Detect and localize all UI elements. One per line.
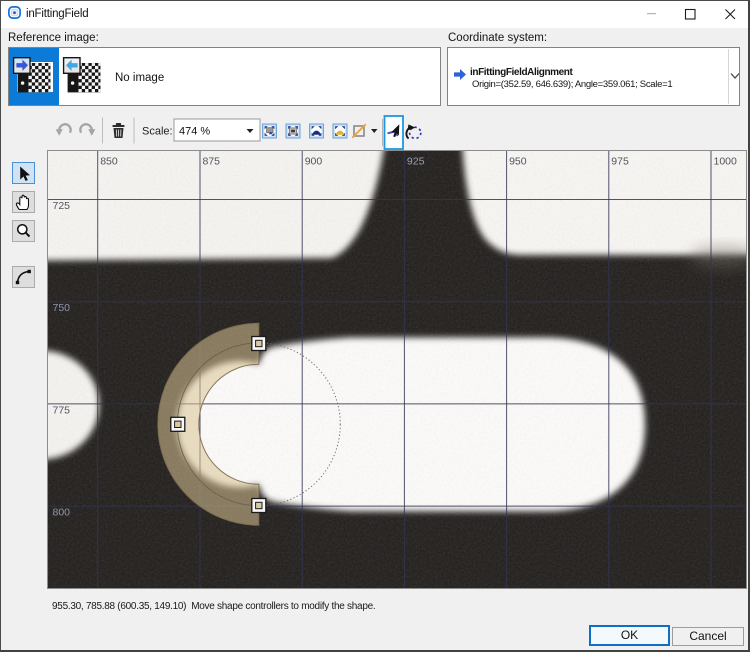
svg-text:975: 975 bbox=[611, 156, 629, 168]
svg-text:800: 800 bbox=[53, 507, 71, 519]
svg-text:950: 950 bbox=[509, 156, 527, 168]
svg-text:925: 925 bbox=[407, 156, 425, 168]
svg-text:725: 725 bbox=[53, 200, 71, 212]
svg-text:850: 850 bbox=[100, 156, 118, 168]
svg-text:474 %: 474 % bbox=[179, 126, 210, 138]
svg-text:875: 875 bbox=[203, 156, 221, 168]
svg-text:750: 750 bbox=[53, 302, 71, 314]
svg-text:900: 900 bbox=[305, 156, 323, 168]
svg-text:Scale:: Scale: bbox=[142, 126, 173, 138]
svg-text:775: 775 bbox=[53, 404, 71, 416]
svg-text:1000: 1000 bbox=[714, 156, 738, 168]
